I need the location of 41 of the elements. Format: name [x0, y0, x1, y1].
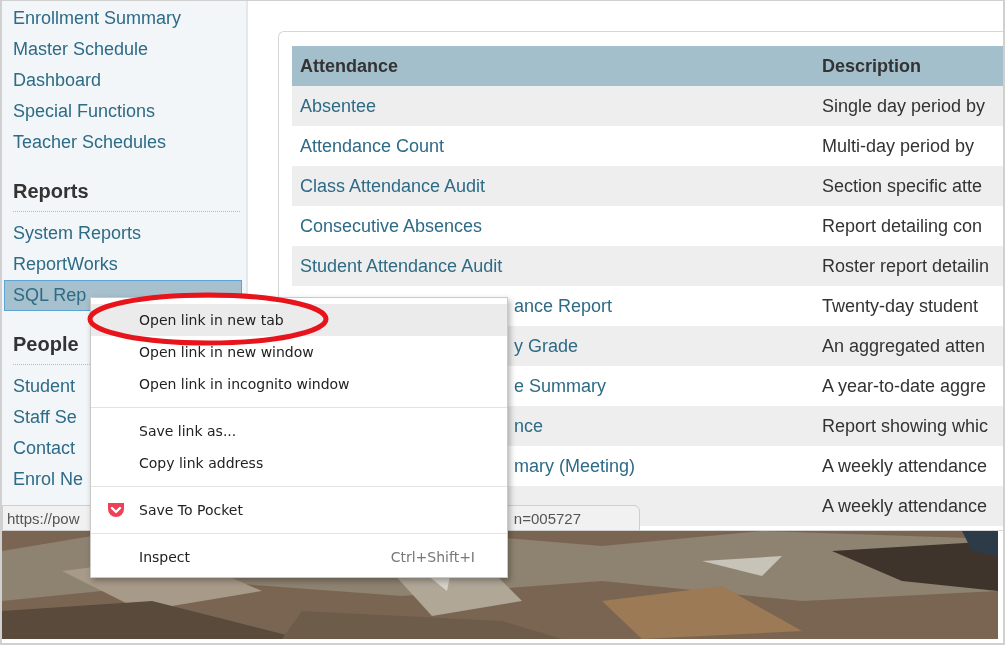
report-description: Report showing whic [822, 415, 989, 436]
link-url: n=005727 [513, 509, 581, 527]
report-description: Multi-day period by [822, 135, 975, 156]
report-link[interactable]: e Summary [514, 375, 607, 396]
report-description: Report detailing con [822, 215, 983, 236]
menu-item[interactable]: Open link in new tab [91, 304, 507, 336]
report-description: Roster report detailin [822, 255, 990, 276]
report-description: An aggregated atten [822, 335, 986, 356]
report-description: A weekly attendance [822, 495, 988, 516]
pocket-icon [106, 500, 126, 520]
menu-item[interactable]: Inspect Ctrl+Shift+I [91, 541, 507, 573]
report-link[interactable]: Absentee [300, 95, 377, 116]
shortcut-text: Ctrl+Shift+I [390, 549, 476, 565]
column-header: Attendance [299, 55, 399, 77]
report-link[interactable]: ance Report [514, 295, 613, 316]
menu-item[interactable]: Save link as... [91, 415, 507, 447]
report-link[interactable]: Consecutive Absences [300, 215, 483, 236]
report-description: Single day period by [822, 95, 986, 116]
sidebar-link[interactable]: Enrollment Summary [4, 3, 242, 34]
sidebar-link[interactable]: Dashboard [4, 65, 242, 96]
link-url: https://pow [7, 509, 80, 527]
sidebar-link[interactable]: Special Functions [4, 96, 242, 127]
menu-item[interactable]: Open link in incognito window [91, 368, 507, 400]
report-link[interactable]: Class Attendance Audit [300, 175, 486, 196]
report-description: A year-to-date aggre [822, 375, 987, 396]
menu-item[interactable]: Save To Pocket [91, 494, 507, 526]
sidebar-link[interactable]: ReportWorks [4, 249, 242, 280]
column-header: Description [821, 55, 922, 77]
report-link[interactable]: Attendance Count [300, 135, 445, 156]
section-heading: Reports [13, 180, 240, 212]
menu-item[interactable]: Copy link address [91, 447, 507, 479]
report-description: A weekly attendance [822, 455, 988, 476]
report-description: Section specific atte [822, 175, 983, 196]
sidebar-link[interactable]: System Reports [4, 218, 242, 249]
report-link[interactable]: Student Attendance Audit [300, 255, 503, 276]
sidebar-link[interactable]: Master Schedule [4, 34, 242, 65]
report-link[interactable]: mary (Meeting) [514, 455, 636, 476]
report-description: Twenty-day student [822, 295, 979, 316]
sidebar-link[interactable]: Teacher Schedules [4, 127, 242, 158]
report-link[interactable]: y Grade [514, 335, 579, 356]
report-link[interactable]: nce [514, 415, 544, 436]
